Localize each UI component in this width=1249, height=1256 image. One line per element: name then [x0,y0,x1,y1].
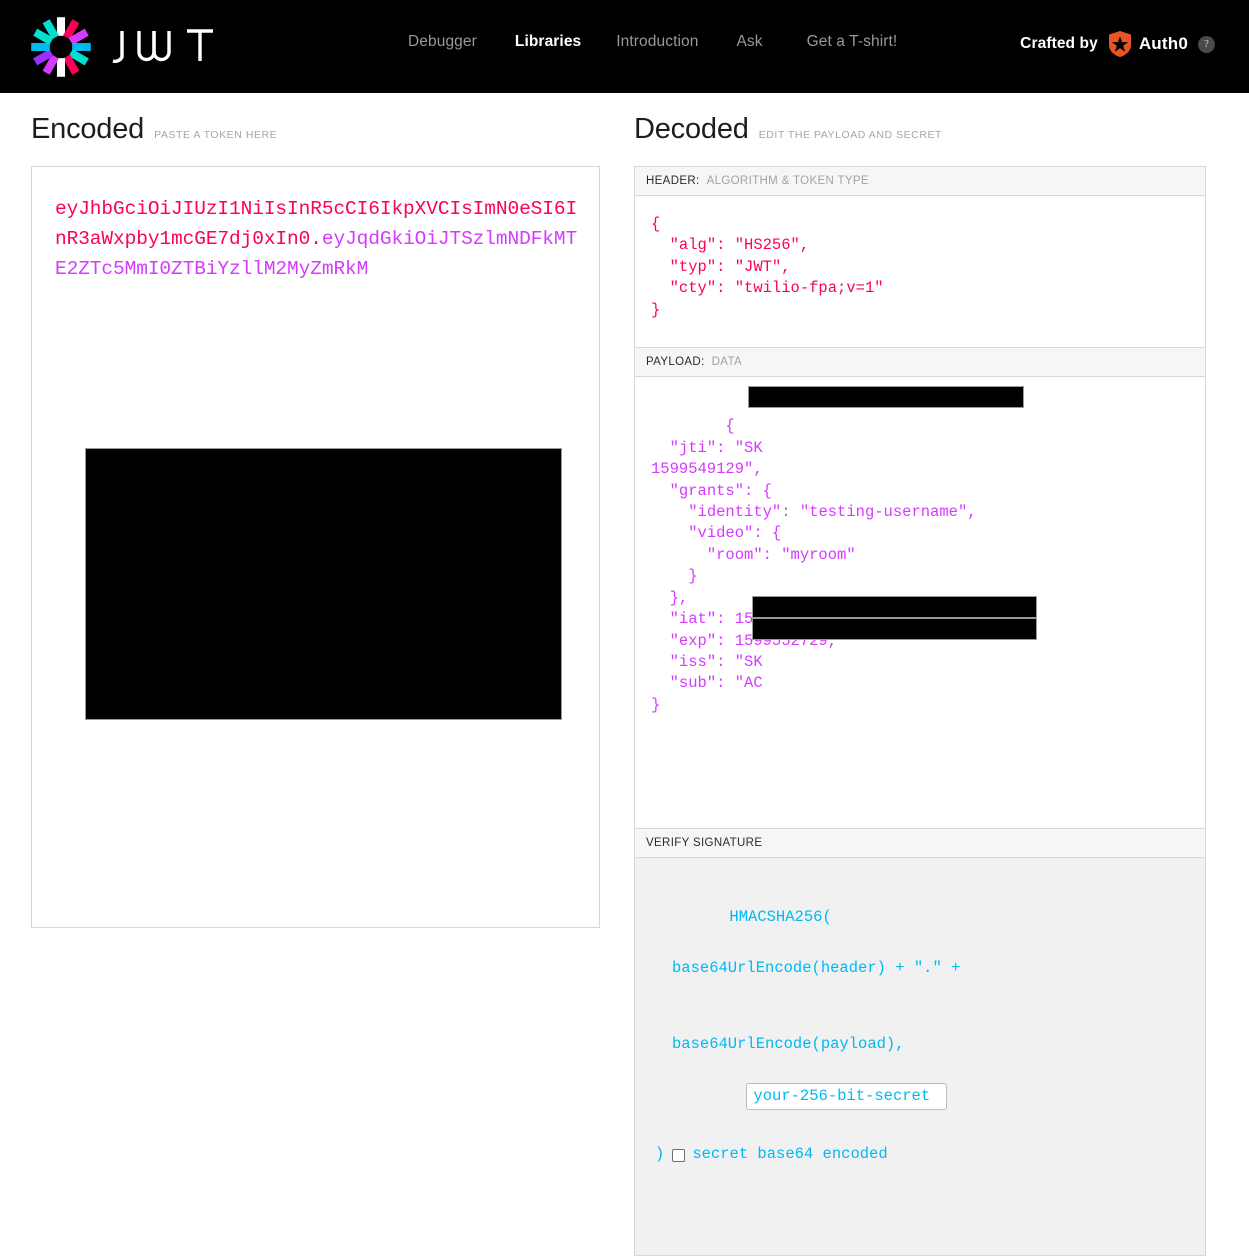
payload-json-text: { "jti": "SK 1599549129", "grants": { "i… [651,417,977,714]
payload-json-editor[interactable]: { "jti": "SK 1599549129", "grants": { "i… [635,377,1205,828]
decoded-title: Decoded [634,113,749,145]
secret-base64-checkbox[interactable] [672,1148,686,1162]
encoded-subtitle: PASTE A TOKEN HERE [154,129,278,141]
secret-base64-label: secret base64 encoded [692,1145,888,1164]
nav-item-ask[interactable]: Ask [736,33,762,51]
signature-section-label: VERIFY SIGNATURE [635,827,1205,858]
encoded-token-text[interactable]: eyJhbGciOiJIUzI1NiIsInR5cCI6IkpXVCIsImN0… [32,167,599,284]
nav-item-introduction[interactable]: Introduction [616,33,698,51]
header-label-main: HEADER: [646,175,700,187]
redaction-overlay-sub [752,618,1037,641]
signature-label-main: VERIFY SIGNATURE [646,836,763,849]
crafted-by-group: Crafted by Auth0 ? [1020,31,1215,57]
redaction-overlay-jti [748,386,1024,409]
signature-line-3: base64UrlEncode(payload), [672,1035,905,1054]
signature-verification-area: HMACSHA256( base64UrlEncode(header) + ".… [635,857,1205,1255]
jwt-logo-icon [30,16,92,78]
signature-closing-row: ) secret base64 encoded [655,1142,1189,1167]
jwt-wordmark [109,25,234,69]
encoded-title: Encoded [31,113,145,145]
decoded-column: Decoded EDIT THE PAYLOAD AND SECRET HEAD… [624,93,1249,1256]
redaction-overlay-iss [752,596,1037,619]
decoded-header: Decoded EDIT THE PAYLOAD AND SECRET [624,93,1249,146]
nav-item-libraries[interactable]: Libraries [515,33,581,51]
signature-line-1: HMACSHA256( [729,908,832,927]
decoded-panel: HEADER: ALGORITHM & TOKEN TYPE { "alg": … [634,166,1206,1256]
redaction-overlay-encoded [85,448,562,720]
site-header: Debugger Libraries Introduction Ask Get … [0,0,1249,93]
payload-label-main: PAYLOAD: [646,356,705,369]
secret-input[interactable] [746,1083,948,1110]
auth0-label[interactable]: Auth0 [1139,34,1188,54]
header-json-editor[interactable]: { "alg": "HS256", "typ": "JWT", "cty": "… [635,196,1205,347]
encoded-header: Encoded PASTE A TOKEN HERE [0,93,624,146]
token-separator: . [310,228,322,250]
decoded-subtitle: EDIT THE PAYLOAD AND SECRET [758,129,942,141]
payload-label-sub: DATA [711,356,742,369]
help-icon[interactable]: ? [1198,35,1215,53]
auth0-logo-icon[interactable] [1108,31,1132,57]
nav-item-get-a-tshirt[interactable]: Get a T-shirt! [807,33,898,51]
brand-logo[interactable] [30,16,234,78]
header-label-sub: ALGORITHM & TOKEN TYPE [706,175,869,187]
signature-line-2: base64UrlEncode(header) + "." + [672,958,961,977]
nav-item-debugger[interactable]: Debugger [408,33,477,51]
header-section-label: HEADER: ALGORITHM & TOKEN TYPE [635,167,1205,196]
payload-section-label: PAYLOAD: DATA [635,347,1205,378]
encoded-token-editor[interactable]: eyJhbGciOiJIUzI1NiIsInR5cCI6IkpXVCIsImN0… [31,166,600,928]
main-navigation: Debugger Libraries Introduction Ask Get … [408,33,935,51]
signature-closing-paren: ) [655,1145,665,1164]
content-columns: Encoded PASTE A TOKEN HERE eyJhbGciOiJIU… [0,93,1249,1256]
encoded-column: Encoded PASTE A TOKEN HERE eyJhbGciOiJIU… [0,93,624,928]
crafted-by-label: Crafted by [1020,35,1098,52]
